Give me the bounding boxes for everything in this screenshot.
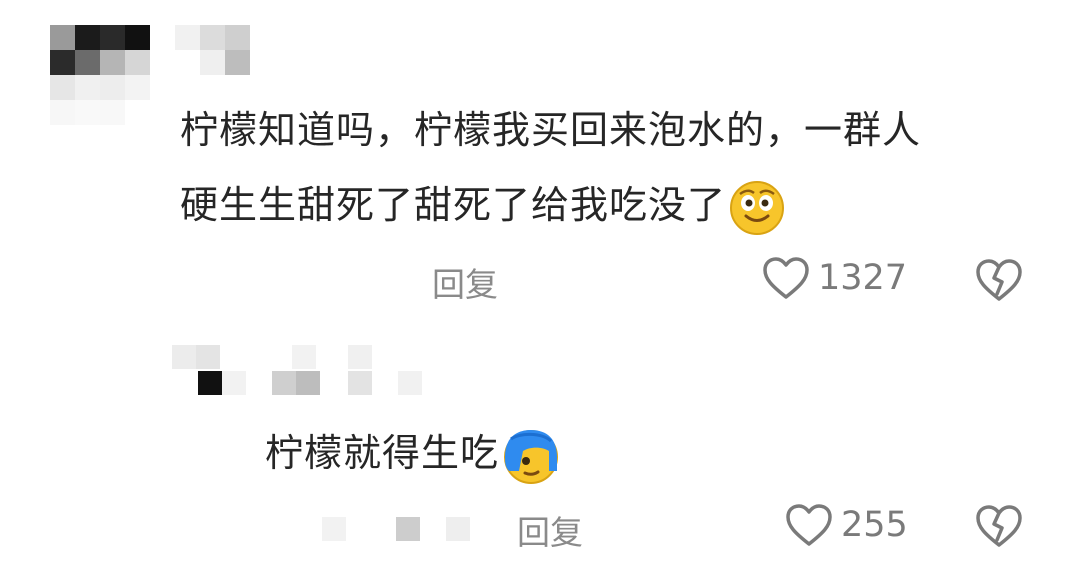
- reply-avatar-pixelated[interactable]: [172, 345, 422, 397]
- broken-heart-icon: [975, 258, 1023, 302]
- reply-meta-pixelated: [322, 517, 472, 543]
- like-button[interactable]: 255: [785, 503, 908, 547]
- broken-heart-icon: [975, 504, 1023, 548]
- avatar-pixelated[interactable]: [50, 25, 150, 125]
- comment-text-line-1: 柠檬知道吗，柠檬我买回来泡水的，一群人: [180, 108, 922, 152]
- dislike-button[interactable]: [975, 258, 1023, 302]
- heart-outline-icon: [762, 256, 810, 300]
- comment-text-line-2-label: 硬生生甜死了甜死了给我吃没了: [180, 183, 727, 227]
- reply-button[interactable]: 回复: [432, 258, 498, 306]
- like-button[interactable]: 1327: [762, 256, 907, 300]
- blue-hair-face-emoji: [501, 427, 561, 485]
- heart-outline-icon: [785, 503, 833, 547]
- grinning-face-emoji: [728, 179, 786, 237]
- dislike-button[interactable]: [975, 504, 1023, 548]
- reply-button[interactable]: 回复: [517, 506, 583, 554]
- reply-comment-text-label: 柠檬就得生吃: [265, 431, 500, 475]
- reply-comment-text: 柠檬就得生吃: [265, 413, 561, 493]
- comment-text-line-2: 硬生生甜死了甜死了给我吃没了: [180, 165, 786, 245]
- like-count: 255: [841, 505, 908, 545]
- username-pixelated[interactable]: [175, 25, 250, 75]
- like-count: 1327: [818, 258, 908, 298]
